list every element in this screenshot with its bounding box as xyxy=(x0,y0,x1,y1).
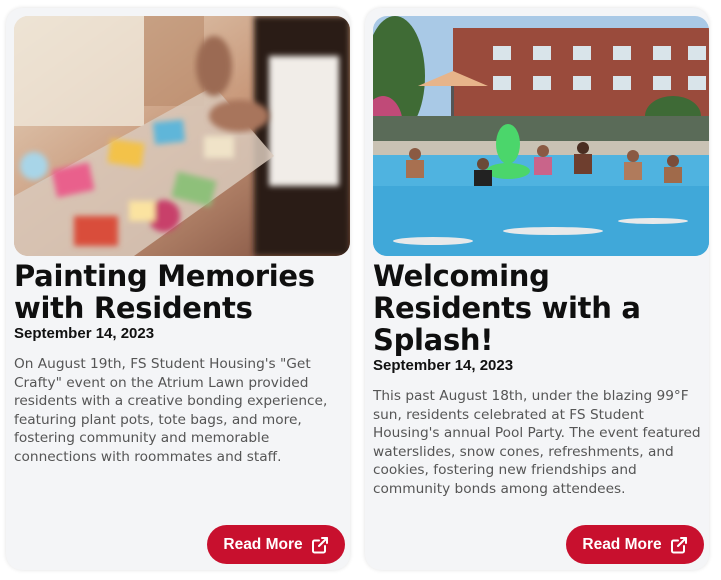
article-card: Painting Memories with Residents Septemb… xyxy=(6,8,350,570)
external-link-icon xyxy=(670,536,688,554)
article-title: Painting Memories with Residents xyxy=(14,259,315,325)
article-date: September 14, 2023 xyxy=(14,325,155,342)
article-summary: On August 19th, FS Student Housing's "Ge… xyxy=(14,356,328,465)
article-title: Welcoming Residents with a Splash! xyxy=(373,259,641,357)
pool-party-photo xyxy=(373,16,709,256)
read-more-button[interactable]: Read More xyxy=(207,525,345,564)
article-summary: This past August 18th, under the blazing… xyxy=(373,388,701,497)
read-more-button[interactable]: Read More xyxy=(566,525,704,564)
article-date: September 14, 2023 xyxy=(373,357,514,374)
read-more-label: Read More xyxy=(223,535,303,553)
crafting-table-photo xyxy=(14,16,350,256)
article-card: Welcoming Residents with a Splash! Septe… xyxy=(365,8,709,570)
read-more-label: Read More xyxy=(582,535,662,553)
external-link-icon xyxy=(311,536,329,554)
